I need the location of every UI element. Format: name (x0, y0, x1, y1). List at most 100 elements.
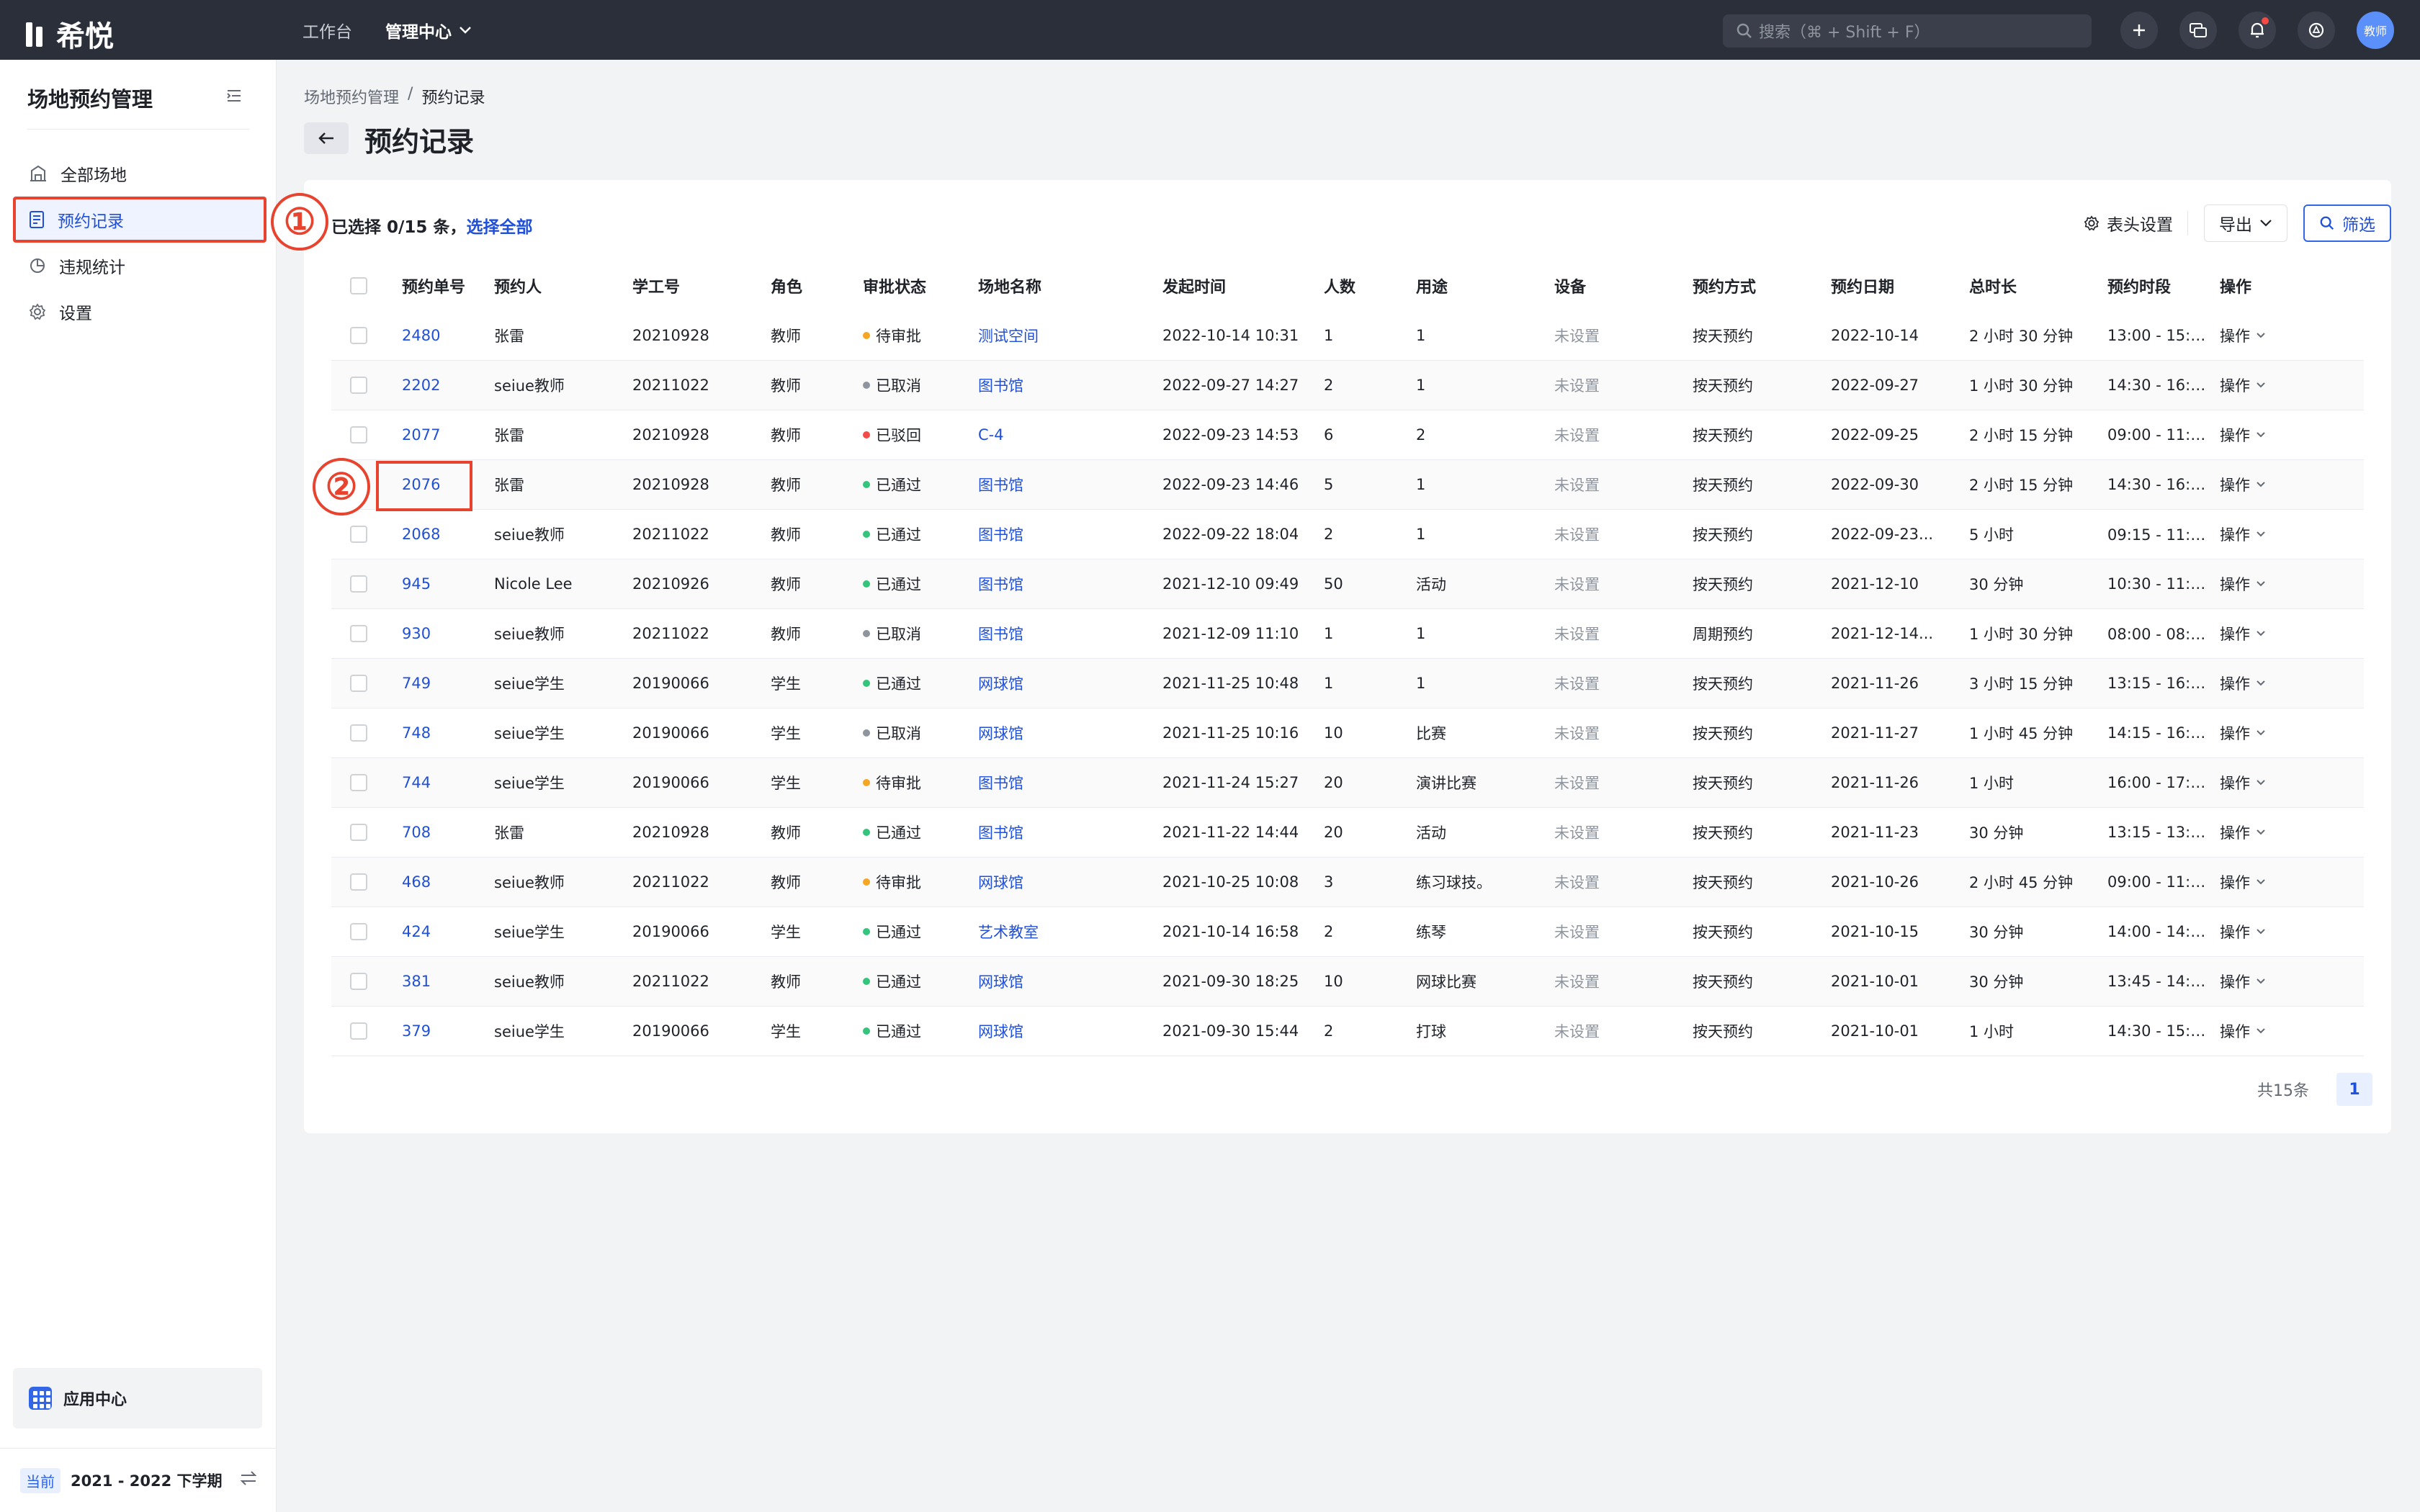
row-checkbox[interactable] (350, 1022, 367, 1040)
cell-actions[interactable]: 操作 (2220, 523, 2292, 545)
swap-icon[interactable] (239, 1470, 258, 1486)
collapse-sidebar-icon[interactable] (226, 89, 242, 103)
cell-actions[interactable]: 操作 (2220, 871, 2292, 893)
header-status[interactable]: 审批状态 (863, 274, 978, 297)
cell-actions[interactable]: 操作 (2220, 474, 2292, 495)
cell-actions[interactable]: 操作 (2220, 325, 2292, 346)
header-date[interactable]: 预约日期 (1831, 274, 1969, 297)
status-text: 待审批 (876, 328, 921, 345)
row-checkbox[interactable] (350, 973, 367, 990)
add-button[interactable] (2120, 12, 2158, 49)
messages-button[interactable] (2179, 12, 2217, 49)
header-id[interactable]: 学工号 (632, 274, 771, 297)
notifications-button[interactable] (2238, 12, 2276, 49)
breadcrumb-parent[interactable]: 场地预约管理 (304, 85, 399, 108)
cell-venue[interactable]: 图书馆 (978, 474, 1162, 495)
row-checkbox[interactable] (350, 923, 367, 940)
cell-venue[interactable]: 网球馆 (978, 672, 1162, 694)
cell-order-no[interactable]: 748 (402, 724, 494, 742)
cell-actions[interactable]: 操作 (2220, 672, 2292, 694)
cell-order-no[interactable]: 749 (402, 675, 494, 692)
help-button[interactable] (2298, 12, 2335, 49)
cell-actions[interactable]: 操作 (2220, 573, 2292, 595)
cell-venue[interactable]: 网球馆 (978, 871, 1162, 893)
cell-actions[interactable]: 操作 (2220, 424, 2292, 446)
cell-order-no[interactable]: 2480 (402, 327, 494, 344)
cell-actions[interactable]: 操作 (2220, 722, 2292, 744)
cell-actions[interactable]: 操作 (2220, 822, 2292, 843)
header-role[interactable]: 角色 (771, 274, 863, 297)
cell-order-no[interactable]: 945 (402, 575, 494, 593)
avatar[interactable]: 教师 (2357, 12, 2394, 49)
cell-order-no[interactable]: 2068 (402, 526, 494, 543)
row-checkbox[interactable] (350, 824, 367, 841)
back-button[interactable] (304, 122, 349, 154)
cell-venue[interactable]: 图书馆 (978, 573, 1162, 595)
cell-order-no[interactable]: 381 (402, 973, 494, 990)
cell-venue[interactable]: 图书馆 (978, 772, 1162, 793)
cell-actions[interactable]: 操作 (2220, 971, 2292, 992)
cell-order-no[interactable]: 930 (402, 625, 494, 642)
cell-venue[interactable]: 图书馆 (978, 523, 1162, 545)
cell-venue[interactable]: 艺术教室 (978, 921, 1162, 942)
header-created[interactable]: 发起时间 (1162, 274, 1324, 297)
cell-venue[interactable]: 网球馆 (978, 722, 1162, 744)
row-checkbox[interactable] (350, 575, 367, 593)
select-all-link[interactable]: 选择全部 (466, 218, 532, 237)
row-checkbox[interactable] (350, 724, 367, 742)
cell-actions[interactable]: 操作 (2220, 374, 2292, 396)
row-checkbox[interactable] (350, 675, 367, 692)
sidebar-item-reservations[interactable]: 预约记录 (13, 197, 266, 243)
row-checkbox[interactable] (350, 327, 367, 344)
header-purpose[interactable]: 用途 (1416, 274, 1554, 297)
cell-venue[interactable]: 图书馆 (978, 822, 1162, 843)
app-center-button[interactable]: 应用中心 (13, 1368, 262, 1428)
selection-info: 已选择 0/15 条，选择全部 (331, 213, 532, 238)
select-all-checkbox[interactable] (350, 277, 367, 294)
cell-order-no[interactable]: 2077 (402, 426, 494, 444)
row-checkbox[interactable] (350, 625, 367, 642)
cell-order-no[interactable]: 424 (402, 923, 494, 940)
header-mode[interactable]: 预约方式 (1693, 274, 1831, 297)
row-checkbox[interactable] (350, 774, 367, 791)
cell-venue[interactable]: 图书馆 (978, 623, 1162, 644)
sidebar-item-violations[interactable]: 违规统计 (13, 243, 266, 289)
header-people[interactable]: 人数 (1324, 274, 1416, 297)
cell-venue[interactable]: 图书馆 (978, 374, 1162, 396)
header-venue[interactable]: 场地名称 (978, 274, 1162, 297)
sidebar-item-settings[interactable]: 设置 (13, 289, 266, 335)
cell-actions[interactable]: 操作 (2220, 921, 2292, 942)
brand-logo[interactable]: 希悦 (26, 13, 114, 55)
export-dropdown[interactable]: 导出 (2204, 204, 2287, 242)
cell-actions[interactable]: 操作 (2220, 772, 2292, 793)
cell-actions[interactable]: 操作 (2220, 1020, 2292, 1042)
row-checkbox[interactable] (350, 526, 367, 543)
cell-order-no[interactable]: 744 (402, 774, 494, 791)
header-order-no[interactable]: 预约单号 (402, 274, 494, 297)
sidebar-item-all-venues[interactable]: 全部场地 (13, 150, 266, 197)
nav-workbench[interactable]: 工作台 (302, 18, 352, 42)
cell-venue[interactable]: C-4 (978, 426, 1162, 444)
term-selector[interactable]: 当前 2021 - 2022 下学期 (0, 1448, 277, 1512)
nav-manage-center[interactable]: 管理中心 (385, 18, 472, 42)
cell-actions[interactable]: 操作 (2220, 623, 2292, 644)
header-period[interactable]: 预约时段 (2107, 274, 2220, 297)
cell-order-no[interactable]: 2202 (402, 377, 494, 394)
cell-order-no[interactable]: 379 (402, 1022, 494, 1040)
row-checkbox[interactable] (350, 377, 367, 394)
cell-order-no[interactable]: 468 (402, 873, 494, 891)
column-settings-button[interactable]: 表头设置 (2084, 211, 2188, 235)
cell-venue[interactable]: 测试空间 (978, 325, 1162, 346)
cell-venue[interactable]: 网球馆 (978, 1020, 1162, 1042)
row-checkbox[interactable] (350, 426, 367, 444)
cell-venue[interactable]: 网球馆 (978, 971, 1162, 992)
cell-mode: 按天预约 (1693, 576, 1753, 593)
header-equipment[interactable]: 设备 (1554, 274, 1693, 297)
header-duration[interactable]: 总时长 (1969, 274, 2107, 297)
page-button[interactable]: 1 (2336, 1073, 2372, 1106)
row-checkbox[interactable] (350, 873, 367, 891)
filter-button[interactable]: 筛选 (2303, 204, 2391, 242)
cell-order-no[interactable]: 708 (402, 824, 494, 841)
global-search-input[interactable]: 搜索（⌘ + Shift + F） (1723, 14, 2092, 48)
header-booker[interactable]: 预约人 (494, 274, 632, 297)
